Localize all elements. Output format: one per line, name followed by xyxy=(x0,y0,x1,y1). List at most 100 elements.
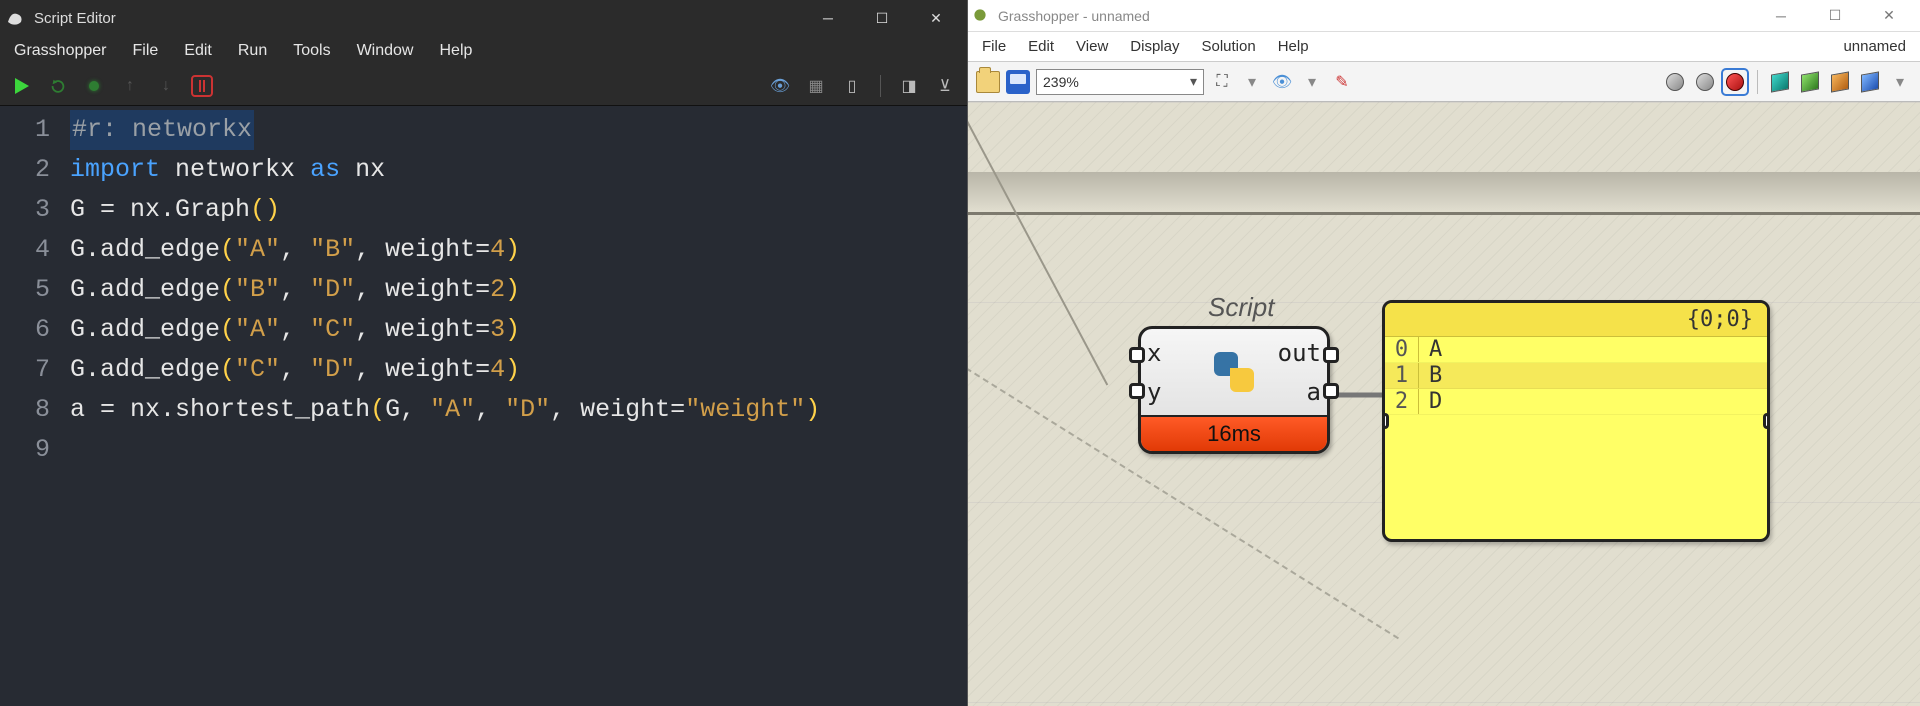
panel-row[interactable]: 0A xyxy=(1385,337,1767,363)
output-label: a xyxy=(1307,378,1321,406)
zoom-extents-button[interactable]: ⛶ xyxy=(1210,70,1234,94)
display-cube-teal[interactable] xyxy=(1768,70,1792,94)
console-icon[interactable]: ▦ xyxy=(802,72,830,100)
display-cube-orange[interactable] xyxy=(1828,70,1852,94)
menu-solution[interactable]: Solution xyxy=(1201,38,1255,55)
breakpoint-indicator[interactable] xyxy=(80,72,108,100)
close-button[interactable]: ✕ xyxy=(909,0,963,36)
maximize-button[interactable]: ☐ xyxy=(855,0,909,36)
separator xyxy=(880,75,881,97)
display-cube-blue[interactable] xyxy=(1858,70,1882,94)
canvas-line xyxy=(968,212,1920,215)
script-editor-titlebar[interactable]: Script Editor ─ ☐ ✕ xyxy=(0,0,967,36)
step-in-button[interactable]: ↓ xyxy=(152,72,180,100)
panel-rows: 0A1B2D xyxy=(1385,337,1767,415)
stop-button[interactable] xyxy=(188,72,216,100)
line-number: 5 xyxy=(0,270,50,310)
menu-tools[interactable]: Tools xyxy=(289,40,334,62)
shade-preview-red[interactable] xyxy=(1723,70,1747,94)
open-file-button[interactable] xyxy=(976,70,1000,94)
maximize-button[interactable]: ☐ xyxy=(1808,0,1862,32)
menu-edit[interactable]: Edit xyxy=(1028,38,1054,55)
panel-bottom-icon[interactable]: ⊻ xyxy=(931,72,959,100)
input-label: y xyxy=(1147,378,1161,406)
menu-grasshopper[interactable]: Grasshopper xyxy=(10,40,111,62)
row-value: A xyxy=(1419,337,1767,362)
row-index: 0 xyxy=(1385,337,1419,362)
script-editor-toolbar: ↑ ↓ 👁 ▦ ▯ ◨ ⊻ xyxy=(0,66,967,106)
window-title: Grasshopper - unnamed xyxy=(998,8,1150,24)
shade-preview-2[interactable] xyxy=(1693,70,1717,94)
grasshopper-window: Grasshopper - unnamed ─ ☐ ✕ File Edit View… xyxy=(967,0,1920,706)
grasshopper-titlebar[interactable]: Grasshopper - unnamed ─ ☐ ✕ xyxy=(968,0,1920,32)
line-number: 9 xyxy=(0,430,50,470)
code-line[interactable]: G = nx.Graph() xyxy=(70,190,967,230)
dropdown-arrow-icon[interactable]: ▾ xyxy=(1300,70,1324,94)
menu-help[interactable]: Help xyxy=(435,40,476,62)
component-runtime: 16ms xyxy=(1141,415,1327,451)
separator xyxy=(1757,70,1758,94)
code-line[interactable]: G.add_edge("B", "D", weight=2) xyxy=(70,270,967,310)
input-port-x[interactable] xyxy=(1129,347,1145,363)
menu-file[interactable]: File xyxy=(129,40,163,62)
code-line[interactable] xyxy=(70,430,967,470)
code-line[interactable]: a = nx.shortest_path(G, "A", "D", weight… xyxy=(70,390,967,430)
python-script-component[interactable]: xy outa 16ms xyxy=(1138,326,1330,454)
panel-row[interactable]: 1B xyxy=(1385,363,1767,389)
menu-view[interactable]: View xyxy=(1076,38,1108,55)
canvas-band xyxy=(968,172,1920,212)
grasshopper-canvas[interactable]: Script xy outa 16ms {0;0} 0A1B2 xyxy=(968,102,1920,706)
menu-run[interactable]: Run xyxy=(234,40,271,62)
code-editor[interactable]: 123456789 #r: networkximport networkx as… xyxy=(0,106,967,706)
step-out-button[interactable]: ↑ xyxy=(116,72,144,100)
code-line[interactable]: #r: networkx xyxy=(70,110,967,150)
component-label: Script xyxy=(1208,292,1274,323)
code-line[interactable]: G.add_edge("A", "C", weight=3) xyxy=(70,310,967,350)
save-file-button[interactable] xyxy=(1006,70,1030,94)
output-port-a[interactable] xyxy=(1323,383,1339,399)
zoom-value: 239% xyxy=(1043,74,1079,90)
canvas-guide-line xyxy=(968,102,1108,385)
minimize-button[interactable]: ─ xyxy=(801,0,855,36)
data-panel[interactable]: {0;0} 0A1B2D xyxy=(1382,300,1770,542)
code-line[interactable]: G.add_edge("A", "B", weight=4) xyxy=(70,230,967,270)
line-number: 1 xyxy=(0,110,50,150)
dropdown-arrow-icon[interactable]: ▾ xyxy=(1888,70,1912,94)
menu-file[interactable]: File xyxy=(982,38,1006,55)
input-label: x xyxy=(1147,339,1161,367)
display-cube-green[interactable] xyxy=(1798,70,1822,94)
menu-edit[interactable]: Edit xyxy=(180,40,216,62)
shade-preview-1[interactable] xyxy=(1663,70,1687,94)
code-content[interactable]: #r: networkximport networkx as nxG = nx.… xyxy=(70,106,967,706)
window-title: Script Editor xyxy=(34,10,116,27)
grasshopper-toolbar: 239% ▾ ⛶ ▾ 👁 ▾ ✎ ▾ xyxy=(968,62,1920,102)
minimize-button[interactable]: ─ xyxy=(1754,0,1808,32)
preview-toggle-icon[interactable]: 👁 xyxy=(766,72,794,100)
menu-display[interactable]: Display xyxy=(1130,38,1179,55)
line-number-gutter: 123456789 xyxy=(0,106,70,706)
dropdown-arrow-icon[interactable]: ▾ xyxy=(1240,70,1264,94)
menu-window[interactable]: Window xyxy=(353,40,418,62)
grasshopper-menubar: FileEditViewDisplaySolutionHelpunnamed xyxy=(968,32,1920,62)
output-port-out[interactable] xyxy=(1323,347,1339,363)
python-logo-icon xyxy=(1210,329,1258,415)
run-button[interactable] xyxy=(8,72,36,100)
script-editor-window: Script Editor ─ ☐ ✕ Grasshopper File Edit R… xyxy=(0,0,967,706)
code-line[interactable]: G.add_edge("C", "D", weight=4) xyxy=(70,350,967,390)
close-button[interactable]: ✕ xyxy=(1862,0,1916,32)
grasshopper-logo-icon xyxy=(972,7,990,25)
panel-row[interactable]: 2D xyxy=(1385,389,1767,415)
panel-output-port[interactable] xyxy=(1763,413,1770,429)
panel-input-port[interactable] xyxy=(1382,413,1389,429)
page-icon[interactable]: ▯ xyxy=(838,72,866,100)
zoom-dropdown[interactable]: 239% ▾ xyxy=(1036,69,1204,95)
input-port-y[interactable] xyxy=(1129,383,1145,399)
sketch-tool-button[interactable]: ✎ xyxy=(1330,70,1354,94)
panel-left-icon[interactable]: ◨ xyxy=(895,72,923,100)
code-line[interactable]: import networkx as nx xyxy=(70,150,967,190)
row-value: B xyxy=(1419,363,1767,388)
reset-button[interactable] xyxy=(44,72,72,100)
preview-toggle-button[interactable]: 👁 xyxy=(1270,70,1294,94)
line-number: 6 xyxy=(0,310,50,350)
menu-help[interactable]: Help xyxy=(1278,38,1309,55)
